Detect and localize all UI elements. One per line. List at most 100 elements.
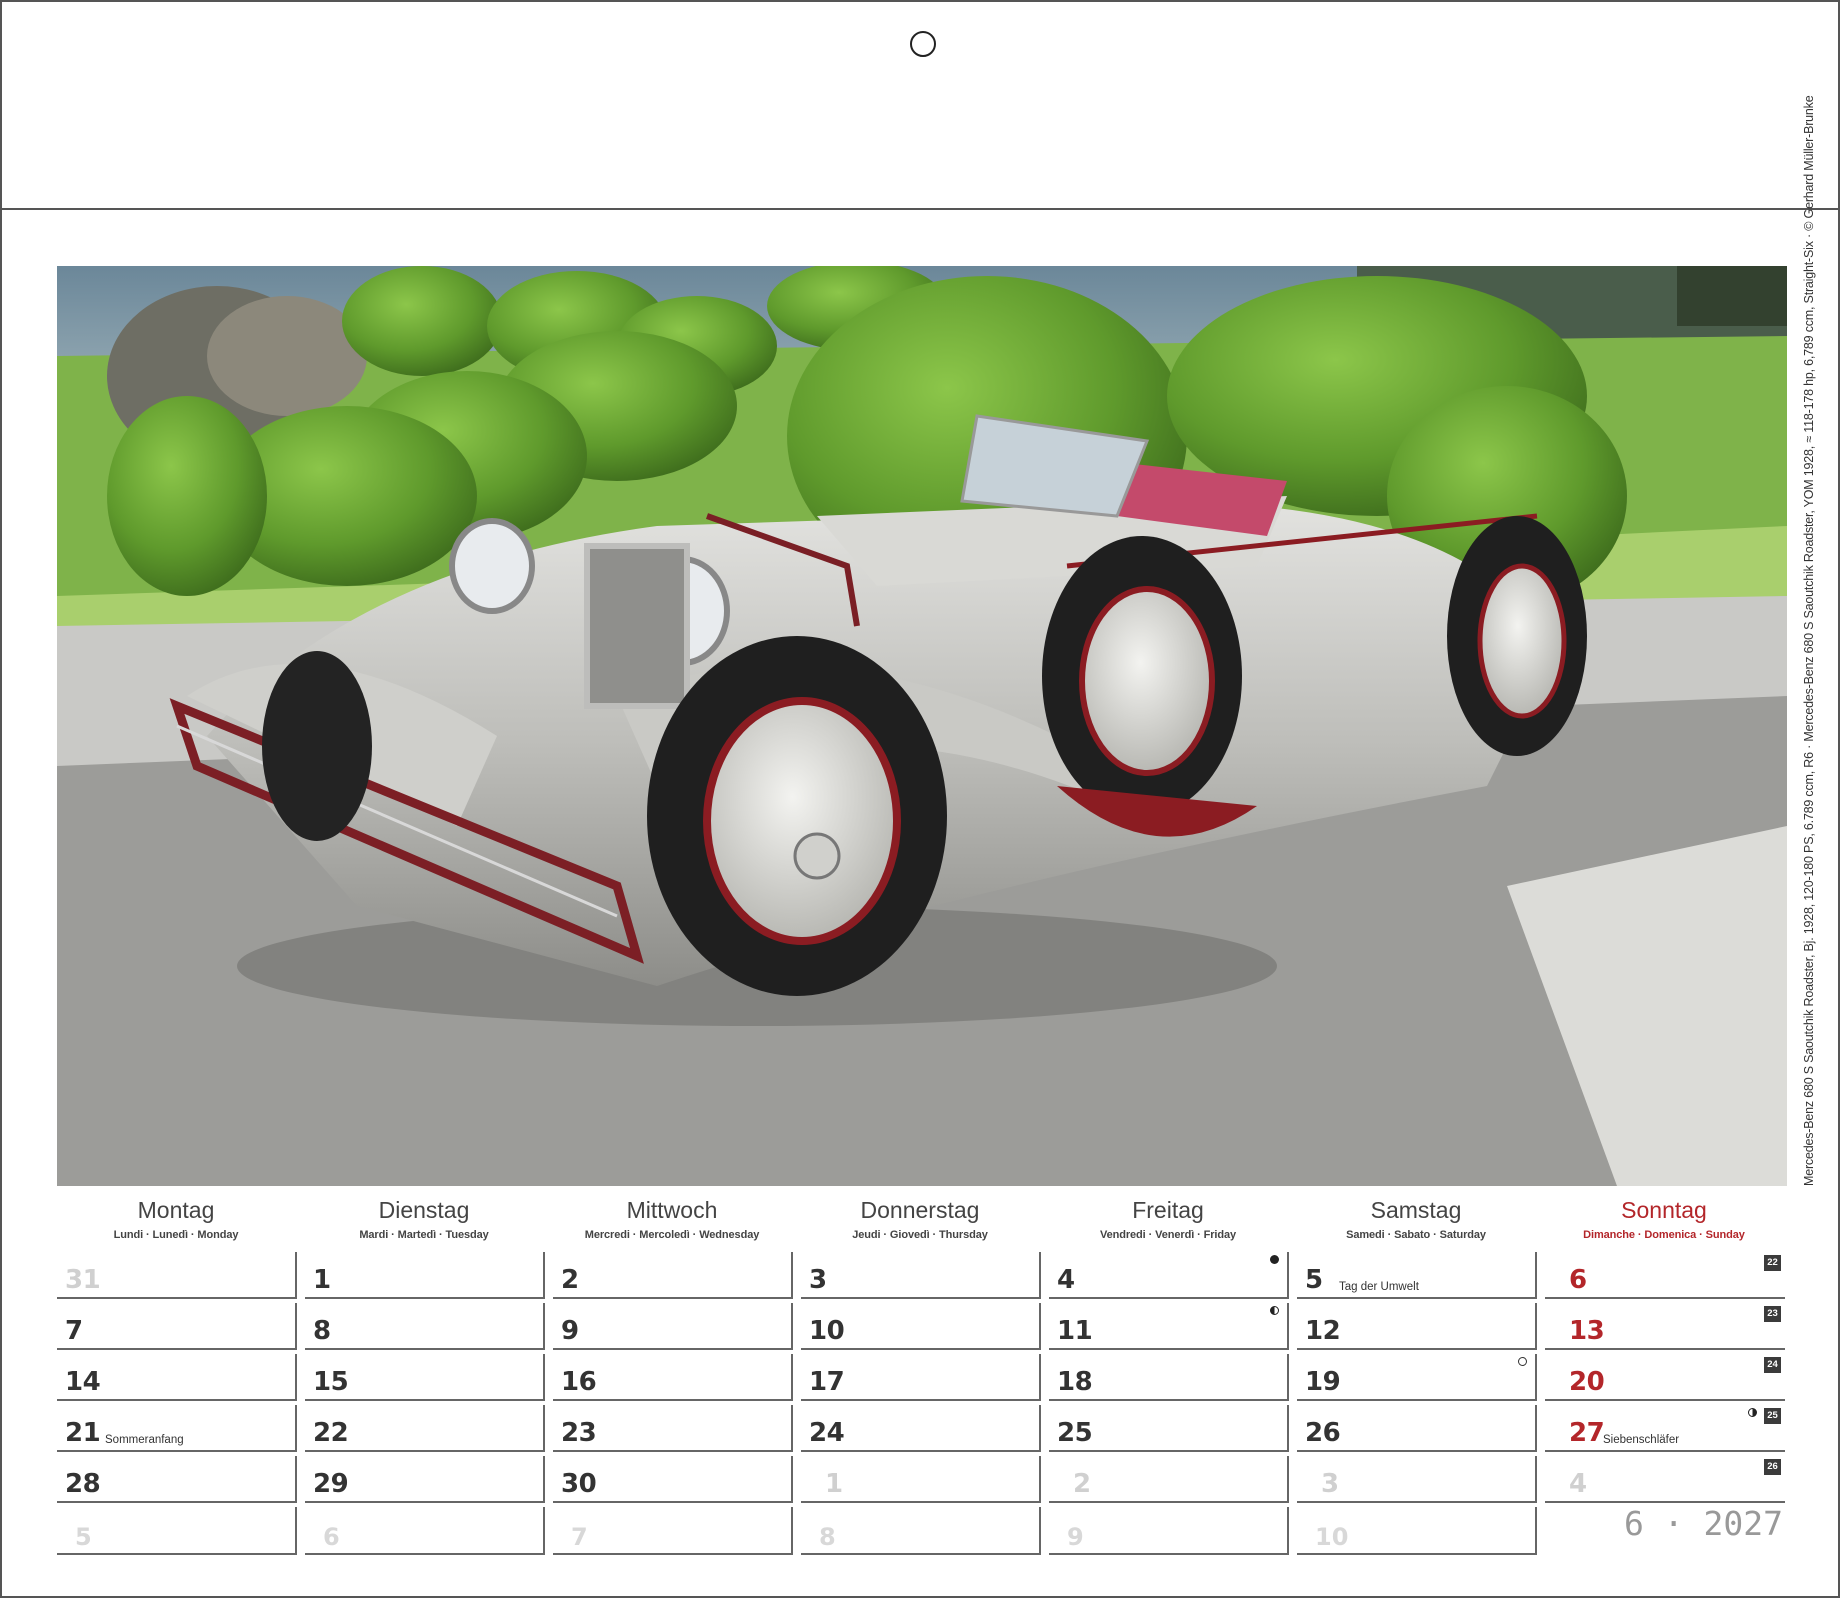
day-name: Sonntag	[1621, 1197, 1707, 1223]
day-cell[interactable]: 9	[553, 1303, 793, 1350]
hanging-strip	[2, 2, 1838, 210]
day-number: 4	[1569, 1469, 1587, 1499]
day-sub: Dimanche · Domenica · Sunday	[1583, 1229, 1745, 1241]
day-cell[interactable]: 18	[1049, 1354, 1289, 1401]
day-cell[interactable]: 4 26	[1545, 1456, 1785, 1503]
day-cell[interactable]: 3	[801, 1252, 1041, 1299]
day-cell[interactable]: 4	[1049, 1252, 1289, 1299]
dayhead-tuesday: Dienstag Mardi · Martedì · Tuesday	[305, 1195, 543, 1241]
week-number-badge: 22	[1764, 1255, 1781, 1271]
day-cell[interactable]: 14	[57, 1354, 297, 1401]
day-number: 4	[1057, 1265, 1075, 1295]
day-number: 21	[65, 1418, 101, 1448]
day-cell[interactable]: 30	[553, 1456, 793, 1503]
day-number: 24	[809, 1418, 845, 1448]
day-sub: Mercredi · Mercoledì · Wednesday	[584, 1229, 760, 1241]
day-number: 3	[809, 1265, 827, 1295]
holiday-note: Tag der Umwelt	[1339, 1281, 1419, 1293]
new-moon-icon	[1518, 1357, 1527, 1366]
holiday-note: Siebenschläfer	[1603, 1434, 1680, 1446]
day-number: 2	[1073, 1469, 1091, 1499]
day-number: 11	[1057, 1316, 1093, 1346]
photo-caption: Mercedes-Benz 680 S Saoutchik Roadster, …	[1792, 96, 1816, 1186]
day-cell[interactable]: 23	[553, 1405, 793, 1452]
day-cell[interactable]: 28	[57, 1456, 297, 1503]
overflow-cell: 8	[801, 1507, 1041, 1555]
day-number: 31	[65, 1265, 101, 1295]
day-number: 27	[1569, 1418, 1605, 1448]
calendar-photo	[57, 266, 1787, 1186]
day-cell[interactable]: 22	[305, 1405, 545, 1452]
classic-roadster-photo	[57, 266, 1787, 1186]
day-number: 6	[323, 1523, 340, 1551]
day-sub: Samedi · Sabato · Saturday	[1346, 1229, 1486, 1241]
day-number: 1	[825, 1469, 843, 1499]
day-number: 14	[65, 1367, 101, 1397]
day-cell[interactable]: 27 Siebenschläfer 25	[1545, 1405, 1785, 1452]
dayhead-sunday: Sonntag Dimanche · Domenica · Sunday	[1545, 1195, 1783, 1241]
day-name: Samstag	[1370, 1197, 1462, 1223]
day-name: Montag	[137, 1197, 215, 1223]
day-sub: Jeudi · Giovedì · Thursday	[852, 1229, 988, 1241]
day-number: 25	[1057, 1418, 1093, 1448]
overflow-cell: 9	[1049, 1507, 1289, 1555]
day-cell[interactable]: 10	[801, 1303, 1041, 1350]
day-cell[interactable]: 3	[1297, 1456, 1537, 1503]
day-number: 13	[1569, 1316, 1605, 1346]
holiday-note: Sommeranfang	[105, 1434, 184, 1446]
day-number: 7	[571, 1523, 588, 1551]
day-cell[interactable]: 31	[57, 1252, 297, 1299]
day-cell[interactable]: 24	[801, 1405, 1041, 1452]
day-cell[interactable]: 8	[305, 1303, 545, 1350]
overflow-cell: 10	[1297, 1507, 1537, 1555]
day-number: 6	[1569, 1265, 1587, 1295]
day-cell[interactable]: 20 24	[1545, 1354, 1785, 1401]
day-cell[interactable]: 11	[1049, 1303, 1289, 1350]
overflow-cell: 5	[57, 1507, 297, 1555]
day-sub: Vendredi · Venerdì · Friday	[1099, 1229, 1237, 1241]
day-cell[interactable]: 25	[1049, 1405, 1289, 1452]
day-cell[interactable]: 15	[305, 1354, 545, 1401]
day-number: 10	[809, 1316, 845, 1346]
day-number: 2	[561, 1265, 579, 1295]
dayhead-monday: Montag Lundi · Lunedì · Monday	[57, 1195, 295, 1241]
day-number: 18	[1057, 1367, 1093, 1397]
dayhead-wednesday: Mittwoch Mercredi · Mercoledì · Wednesday	[553, 1195, 791, 1241]
day-cell[interactable]: 19	[1297, 1354, 1537, 1401]
dayhead-friday: Freitag Vendredi · Venerdì · Friday	[1049, 1195, 1287, 1241]
day-cell[interactable]: 17	[801, 1354, 1041, 1401]
day-number: 10	[1315, 1523, 1349, 1551]
day-cell[interactable]: 6 22	[1545, 1252, 1785, 1299]
day-sub: Mardi · Martedì · Tuesday	[359, 1229, 489, 1241]
day-cell[interactable]: 5 Tag der Umwelt	[1297, 1252, 1537, 1299]
week-number-badge: 23	[1764, 1306, 1781, 1322]
day-number: 12	[1305, 1316, 1341, 1346]
day-cell[interactable]: 1	[801, 1456, 1041, 1503]
day-cell[interactable]: 7	[57, 1303, 297, 1350]
day-cell[interactable]: 1	[305, 1252, 545, 1299]
day-cell[interactable]: 21 Sommeranfang	[57, 1405, 297, 1452]
day-number: 8	[819, 1523, 836, 1551]
day-number: 7	[65, 1316, 83, 1346]
day-cell[interactable]: 2	[1049, 1456, 1289, 1503]
overflow-cell: 7	[553, 1507, 793, 1555]
dayhead-thursday: Donnerstag Jeudi · Giovedì · Thursday	[801, 1195, 1039, 1241]
day-name: Mittwoch	[626, 1197, 718, 1223]
day-number: 23	[561, 1418, 597, 1448]
day-cell[interactable]: 29	[305, 1456, 545, 1503]
day-cell[interactable]: 26	[1297, 1405, 1537, 1452]
day-number: 15	[313, 1367, 349, 1397]
day-number: 9	[561, 1316, 579, 1346]
week-number-badge: 24	[1764, 1357, 1781, 1373]
day-number: 5	[75, 1523, 92, 1551]
day-cell[interactable]: 12	[1297, 1303, 1537, 1350]
day-cell[interactable]: 16	[553, 1354, 793, 1401]
day-cell[interactable]: 13 23	[1545, 1303, 1785, 1350]
day-number: 22	[313, 1418, 349, 1448]
last-quarter-moon-icon	[1270, 1306, 1279, 1315]
day-number: 9	[1067, 1523, 1084, 1551]
calendar-sheet: Mercedes-Benz 680 S Saoutchik Roadster, …	[0, 0, 1840, 1598]
overflow-cell: 6	[305, 1507, 545, 1555]
month-year-label: 6 · 2027	[1624, 1504, 1783, 1543]
day-cell[interactable]: 2	[553, 1252, 793, 1299]
